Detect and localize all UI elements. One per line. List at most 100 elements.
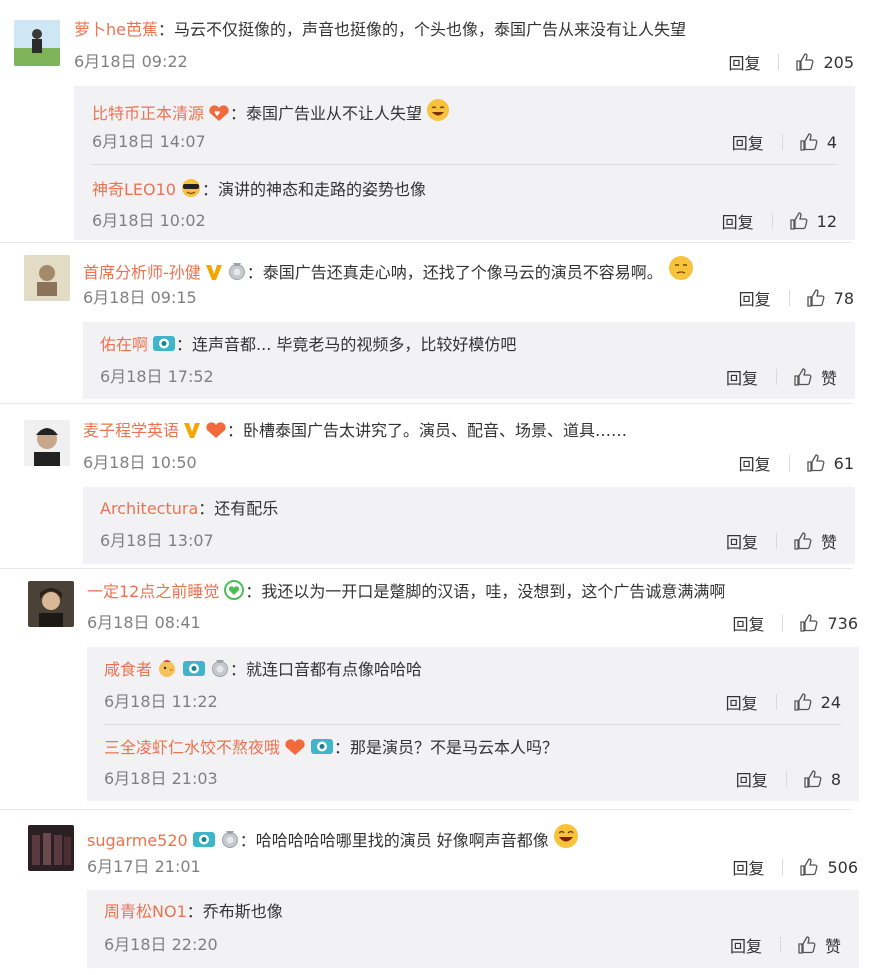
like-button[interactable]: 12: [789, 211, 837, 231]
like-button[interactable]: 赞: [793, 365, 837, 389]
reply-button[interactable]: 回复: [726, 365, 758, 389]
reply-button[interactable]: 回复: [736, 767, 768, 791]
username[interactable]: 三全凌虾仁水饺不熬夜哦: [104, 738, 280, 757]
username[interactable]: 一定12点之前睡觉: [87, 582, 219, 601]
reply-actions: 回复 赞: [726, 529, 837, 553]
camera-badge-icon: [152, 333, 176, 359]
username[interactable]: 萝卜he芭蕉: [74, 20, 158, 39]
reply-text: 那是演员？不是马云本人吗？: [350, 738, 559, 757]
reply-text: 还有配乐: [214, 499, 279, 518]
thumbs-up-icon: [800, 858, 818, 876]
avatar[interactable]: [24, 255, 70, 301]
like-button[interactable]: 4: [799, 132, 837, 152]
reply-divider: [92, 164, 837, 165]
camera-badge-icon: [310, 736, 334, 762]
thumbs-up-icon: [794, 532, 812, 550]
thumbs-up-icon: [804, 770, 822, 788]
colon: ：: [201, 180, 218, 199]
colon: ：: [246, 263, 263, 282]
comment-line: sugarme520 ：哈哈哈哈哈哪里找的演员 好像啊声音都像: [87, 823, 579, 855]
like-button[interactable]: 24: [793, 692, 841, 712]
reply-line: 周青松NO1：乔布斯也像: [104, 901, 283, 923]
thread-divider: [0, 403, 852, 404]
thumbs-up-icon: [798, 936, 816, 954]
comment-actions: 回复 736: [732, 611, 858, 635]
reply-button[interactable]: 回复: [739, 451, 771, 475]
reply-list: Architectura：还有配乐 6月18日 13:07 回复 赞: [83, 487, 855, 564]
colon: ：: [198, 499, 215, 518]
username[interactable]: 比特币正本清源: [92, 104, 204, 123]
reply-button[interactable]: 回复: [728, 50, 760, 74]
reply-button[interactable]: 回复: [732, 855, 764, 879]
cool-emoji-icon: [180, 178, 202, 204]
like-count: 61: [833, 453, 854, 473]
comment-text: 泰国广告还真走心呐，还找了个像马云的演员不容易啊。: [262, 263, 663, 282]
colon: ：: [176, 335, 193, 354]
colon: ：: [230, 660, 247, 679]
like-label: 赞: [820, 369, 837, 388]
timestamp: 6月18日 14:07: [92, 132, 206, 151]
reply-button[interactable]: 回复: [730, 933, 762, 957]
colon: ：: [186, 902, 203, 921]
reply-text: 就连口音都有点像哈哈哈: [246, 660, 423, 679]
colon: ：: [230, 104, 247, 123]
reply-button[interactable]: 回复: [732, 611, 764, 635]
like-button[interactable]: 506: [799, 857, 858, 877]
heart-badge-icon: [205, 421, 227, 445]
heart-badge-icon: ♥: [208, 104, 230, 128]
reply-button[interactable]: 回复: [739, 286, 771, 310]
username[interactable]: 首席分析师-孙健: [83, 263, 201, 282]
like-button[interactable]: 736: [799, 613, 858, 633]
green-heart-badge-icon: [223, 580, 245, 606]
thumbs-up-icon: [793, 693, 812, 711]
username[interactable]: Architectura: [100, 499, 198, 518]
timestamp: 6月18日 09:22: [74, 52, 188, 71]
reply-line: 三全凌虾仁水饺不熬夜哦 ：那是演员？不是马云本人吗？: [104, 736, 558, 762]
avatar[interactable]: [28, 825, 74, 871]
reply-button[interactable]: 回复: [726, 690, 758, 714]
comment-actions: 回复 205: [728, 50, 854, 74]
username[interactable]: 麦子程学英语: [83, 421, 179, 440]
thumbs-up-icon: [800, 133, 818, 151]
colon: ：: [239, 831, 256, 850]
thumbs-up-icon: [806, 289, 825, 307]
like-button[interactable]: 205: [795, 52, 854, 72]
comment-line: 麦子程学英语 ：卧槽泰国广告太讲究了。演员、配音、场景、道具……: [83, 420, 627, 445]
username[interactable]: 周青松NO1: [104, 902, 187, 921]
divider: [775, 533, 777, 549]
comment-line: 一定12点之前睡觉 ：我还以为一开口是蹩脚的汉语，哇，没想到，这个广告诚意满满啊: [87, 580, 725, 606]
heart-badge-icon: [284, 738, 306, 762]
reply-list: 咸食者 ：就连口音都有点像哈哈哈 6月18日 11:22 回复 24 三全凌虾仁水…: [87, 647, 859, 801]
timestamp: 6月17日 21:01: [87, 857, 201, 876]
comment-text: 马云不仅挺像的，声音也挺像的，个头也像，泰国广告从来没有让人失望: [174, 20, 687, 39]
like-button[interactable]: 赞: [797, 933, 841, 957]
laughing-emoji-icon: [426, 98, 450, 128]
avatar[interactable]: [28, 581, 74, 627]
like-button[interactable]: 61: [806, 453, 854, 473]
username[interactable]: sugarme520: [87, 831, 188, 850]
like-label: 赞: [824, 937, 841, 956]
thinking-emoji-icon: [667, 255, 695, 287]
reply-button[interactable]: 回复: [732, 130, 764, 154]
divider: [782, 615, 784, 631]
reply-actions: 回复 赞: [730, 933, 841, 957]
reply-actions: 回复 4: [732, 130, 837, 154]
reply-button[interactable]: 回复: [722, 209, 754, 233]
comment-line: 萝卜he芭蕉：马云不仅挺像的，声音也挺像的，个头也像，泰国广告从来没有让人失望: [74, 19, 686, 41]
like-button[interactable]: 赞: [793, 529, 837, 553]
like-count: 78: [833, 288, 854, 308]
like-button[interactable]: 8: [803, 769, 841, 789]
username[interactable]: 佑在啊: [100, 335, 148, 354]
like-count: 736: [827, 613, 858, 633]
comment-actions: 回复 61: [739, 451, 854, 475]
like-button[interactable]: 78: [806, 288, 854, 308]
divider: [785, 771, 787, 787]
reply-text: 泰国广告业从不让人失望: [246, 104, 423, 123]
avatar[interactable]: [14, 20, 60, 66]
reply-line: Architectura：还有配乐: [100, 498, 278, 520]
divider: [779, 937, 781, 953]
username[interactable]: 神奇LEO10: [92, 180, 176, 199]
username[interactable]: 咸食者: [104, 660, 152, 679]
reply-button[interactable]: 回复: [726, 529, 758, 553]
avatar[interactable]: [24, 420, 70, 466]
